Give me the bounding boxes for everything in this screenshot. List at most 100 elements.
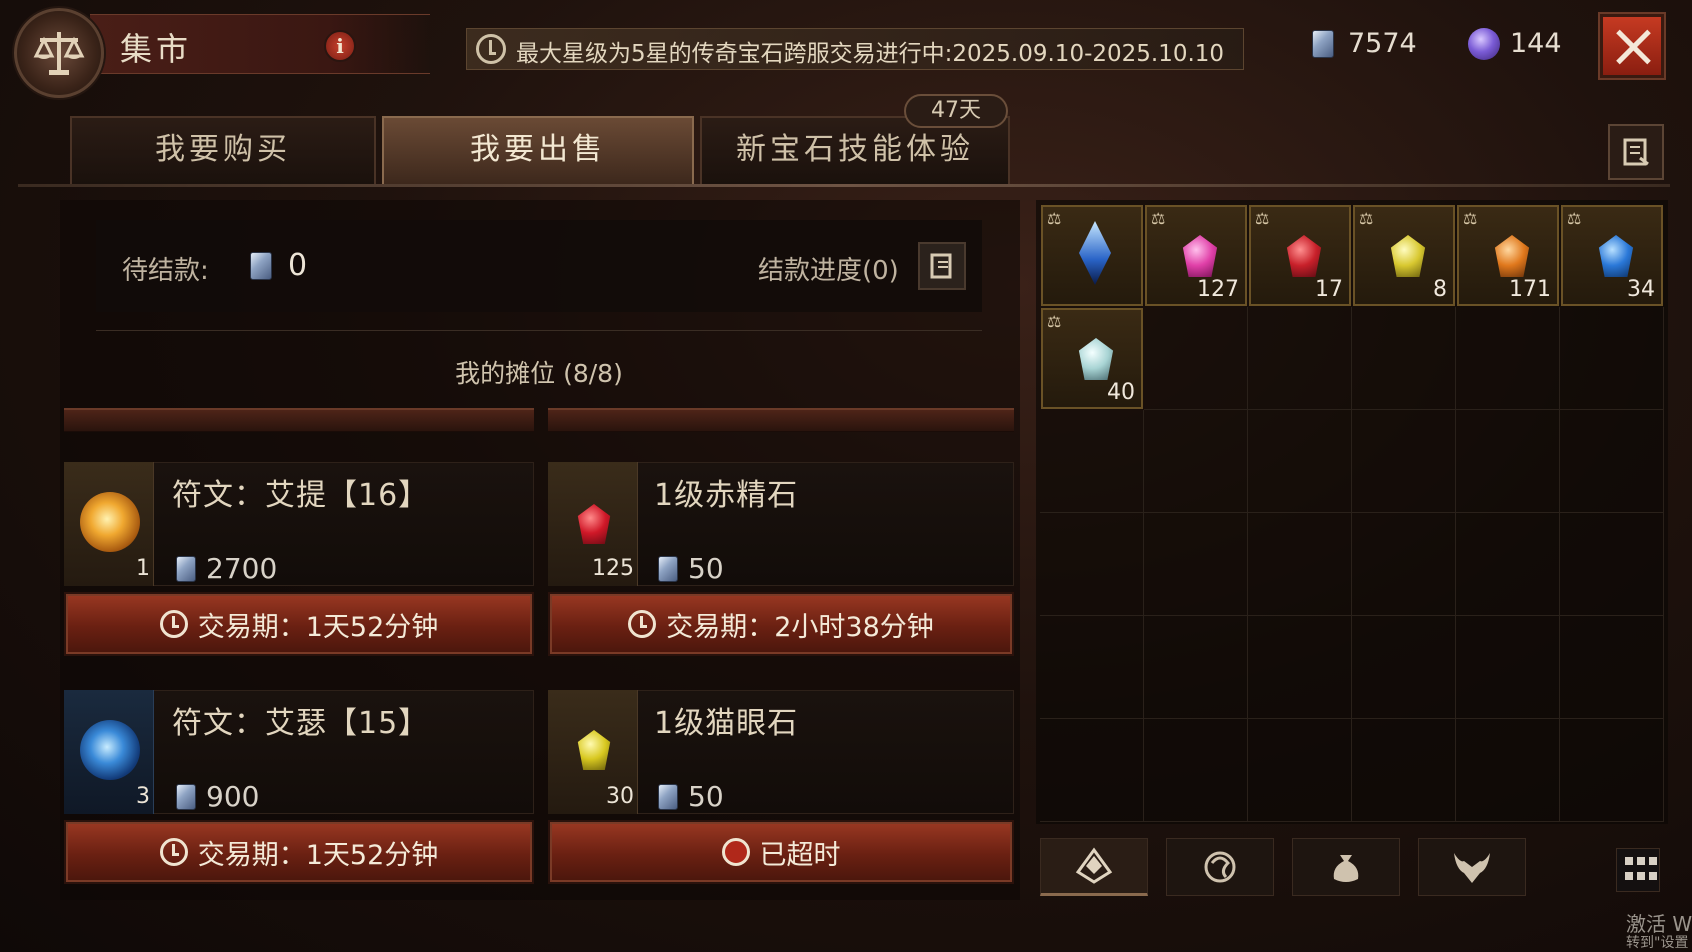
pouch-icon [1333, 855, 1359, 882]
inventory-slot-empty[interactable] [1352, 410, 1456, 513]
inventory-slot-empty[interactable] [1248, 410, 1352, 513]
inventory-slot-empty[interactable] [1248, 307, 1352, 410]
category-equipment-tab[interactable] [1418, 838, 1526, 896]
inventory-slot-empty[interactable] [1248, 616, 1352, 719]
tab-buy[interactable]: 我要购买 [70, 116, 376, 184]
inventory-slot-empty[interactable] [1352, 513, 1456, 616]
pending-payment-value: 0 [288, 248, 308, 283]
tradable-scales-icon: ⚖ [1463, 209, 1478, 228]
inventory-slot-empty[interactable] [1560, 616, 1664, 719]
inventory-slot-empty[interactable] [1040, 719, 1144, 822]
clock-icon [159, 838, 188, 866]
days-remaining-badge: 47天 [904, 94, 1008, 128]
grid-view-button[interactable] [1616, 848, 1660, 892]
payment-progress-button[interactable] [918, 242, 966, 290]
inventory-slot-empty[interactable] [1456, 616, 1560, 719]
listing-count: 30 [606, 784, 634, 809]
listing-count: 125 [592, 556, 634, 581]
inventory-slot[interactable]: ⚖ 17 [1249, 205, 1351, 306]
listing-name: 符文：艾提【16】 [172, 478, 430, 513]
tradable-scales-icon: ⚖ [1151, 209, 1166, 228]
inventory-slot-empty[interactable] [1560, 513, 1664, 616]
listing-price: 2700 [206, 552, 278, 585]
inventory-slot-empty[interactable] [1144, 410, 1248, 513]
tab-divider [18, 184, 1670, 187]
event-notice-text: 最大星级为5星的传奇宝石跨服交易进行中:2025.09.10-2025.10.1… [516, 41, 1225, 67]
inventory-slot-empty[interactable] [1040, 410, 1144, 513]
listing-timer-label: 交易期：1天52分钟 [197, 611, 439, 643]
clock-icon [476, 34, 506, 64]
inventory-slot-empty[interactable] [1248, 513, 1352, 616]
rune-category-icon [1204, 851, 1236, 883]
inventory-slot-empty[interactable] [1352, 616, 1456, 719]
inventory-slot-empty[interactable] [1144, 616, 1248, 719]
listing-name: 符文：艾瑟【15】 [172, 706, 430, 741]
category-materials-tab[interactable] [1292, 838, 1400, 896]
inventory-slot-empty[interactable] [1560, 307, 1664, 410]
topaz-gem-icon [577, 730, 611, 770]
category-runes-tab[interactable] [1166, 838, 1274, 896]
inventory-slot-empty[interactable] [1456, 307, 1560, 410]
inventory-slot-empty[interactable] [1560, 410, 1664, 513]
platinum-currency-icon [658, 556, 678, 582]
payment-progress-label: 结款进度(0) [758, 256, 899, 286]
inventory-slot[interactable]: ⚖ 8 [1353, 205, 1455, 306]
listing-timer-bar[interactable]: 交易期：2小时38分钟 [548, 592, 1014, 656]
inventory-slot[interactable]: ⚖ [1041, 205, 1143, 306]
inventory-slot-empty[interactable] [1144, 719, 1248, 822]
demon-head-icon [1454, 853, 1490, 883]
info-button[interactable]: i [324, 30, 356, 62]
listing-timer-bar[interactable]: 交易期：1天52分钟 [64, 820, 534, 884]
white-gem-icon [1078, 338, 1114, 380]
listing-price: 50 [688, 552, 724, 585]
inventory-slot[interactable]: ⚖ 34 [1561, 205, 1663, 306]
inventory-slot-empty[interactable] [1456, 719, 1560, 822]
grid-dot [1637, 872, 1645, 880]
platinum-balance: 7574 [1348, 28, 1417, 59]
item-quantity: 171 [1509, 277, 1551, 302]
inventory-slot[interactable]: ⚖ 171 [1457, 205, 1559, 306]
category-gems-tab[interactable] [1040, 838, 1148, 896]
inventory-slot-empty[interactable] [1352, 719, 1456, 822]
orange-gem-icon [1494, 235, 1530, 277]
listing-name: 1级赤精石 [654, 478, 799, 513]
item-quantity: 40 [1107, 380, 1135, 405]
stall-frame-top [64, 408, 534, 432]
inventory-slot-empty[interactable] [1040, 616, 1144, 719]
alarm-icon [721, 838, 750, 866]
inventory-slot-empty[interactable] [1144, 513, 1248, 616]
platinum-currency-icon [176, 784, 196, 810]
platinum-currency-icon [1312, 30, 1334, 58]
history-button[interactable] [1608, 124, 1664, 180]
clock-icon [159, 610, 188, 638]
inventory-slot-empty[interactable] [1040, 513, 1144, 616]
listing-expired-bar[interactable]: 已超时 [548, 820, 1014, 884]
inventory-slot[interactable]: ⚖ 127 [1145, 205, 1247, 306]
close-button[interactable] [1600, 14, 1664, 78]
pending-payment-label: 待结款: [122, 256, 209, 286]
divider [96, 330, 982, 331]
yellow-gem-icon [1390, 235, 1426, 277]
inventory-slot-empty[interactable] [1144, 307, 1248, 410]
page-title: 集市 [120, 30, 193, 68]
red-gem-icon [1286, 235, 1322, 277]
inventory-grid: ⚖ ⚖ 127 ⚖ 17 ⚖ 8 ⚖ 171 ⚖ 34 ⚖ 40 [1040, 204, 1664, 822]
item-quantity: 17 [1315, 277, 1343, 302]
os-activation-watermark-sub: 转到"设置 [1626, 935, 1689, 951]
orb-balance: 144 [1510, 28, 1562, 59]
rune-eth-icon [80, 492, 140, 552]
grid-dot [1649, 857, 1657, 865]
grid-dot [1625, 872, 1633, 880]
tab-sell[interactable]: 我要出售 [382, 116, 694, 184]
inventory-slot-empty[interactable] [1456, 410, 1560, 513]
listing-timer-label: 交易期：1天52分钟 [197, 839, 439, 871]
inventory-slot-empty[interactable] [1352, 307, 1456, 410]
tradable-scales-icon: ⚖ [1359, 209, 1374, 228]
listing-timer-bar[interactable]: 交易期：1天52分钟 [64, 592, 534, 656]
inventory-slot[interactable]: ⚖ 40 [1041, 308, 1143, 409]
inventory-slot-empty[interactable] [1248, 719, 1352, 822]
inventory-slot-empty[interactable] [1456, 513, 1560, 616]
inventory-slot-empty[interactable] [1560, 719, 1664, 822]
listing-name: 1级猫眼石 [654, 706, 799, 741]
grid-dot [1637, 857, 1645, 865]
